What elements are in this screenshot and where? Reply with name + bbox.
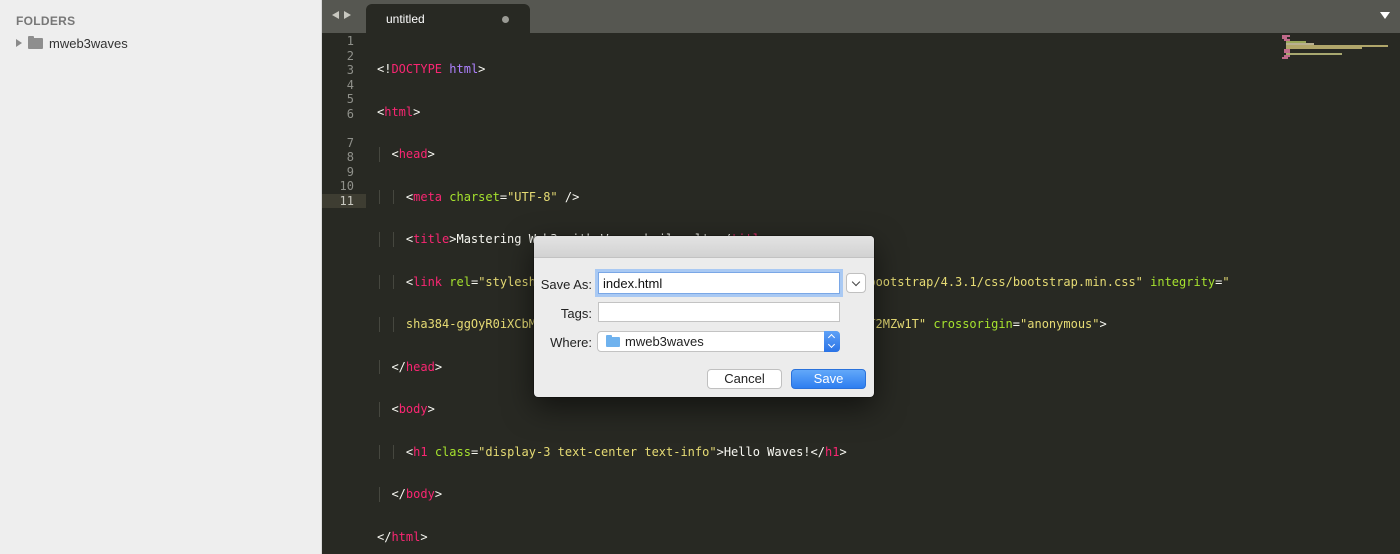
line-number: 9: [346, 164, 354, 179]
line-number: 7: [346, 135, 354, 150]
where-label: Where:: [550, 335, 592, 350]
folder-icon: [28, 36, 43, 49]
html-tag: html: [384, 104, 414, 119]
code-line: <!DOCTYPE html>: [377, 62, 486, 76]
indent-guide: [379, 359, 380, 374]
minimap-line: [1286, 53, 1342, 55]
link-tag: link: [413, 274, 443, 289]
line-number: 2: [346, 48, 354, 63]
previous-tab-arrow-icon[interactable]: [332, 11, 339, 19]
tags-label: Tags:: [560, 306, 592, 321]
save-as-dialog: Save As: Tags: Where: mweb3waves Cancel …: [534, 236, 874, 397]
indent-guide: [379, 274, 380, 289]
indent-guide: [379, 487, 380, 502]
save-as-input[interactable]: [598, 272, 840, 294]
title-tag: title: [413, 232, 450, 246]
line-number: 4: [346, 77, 354, 92]
code-line: <html>: [377, 104, 421, 119]
attribute-name: rel: [449, 274, 471, 289]
head-tag: head: [398, 147, 428, 161]
attribute-value: "anonymous": [1020, 317, 1100, 331]
code-line: <meta charset="UTF-8" />: [377, 189, 580, 204]
sidebar-folder-mweb3waves[interactable]: mweb3waves: [16, 35, 128, 51]
attribute-name: crossorigin: [933, 317, 1013, 331]
tags-input[interactable]: [598, 302, 840, 322]
h1-tag: h1: [413, 444, 428, 459]
indent-guide: [393, 317, 394, 332]
attribute-value: ": [1222, 274, 1230, 289]
unsaved-dot-icon[interactable]: [502, 16, 509, 23]
tab-dropdown-icon[interactable]: [1380, 12, 1390, 19]
cancel-button[interactable]: Cancel: [707, 369, 782, 389]
save-as-label: Save As:: [540, 277, 592, 292]
attribute-name: integrity: [1150, 274, 1216, 289]
meta-tag: meta: [413, 189, 443, 204]
expand-dialog-button[interactable]: [846, 273, 866, 293]
save-button[interactable]: Save: [791, 369, 866, 389]
attribute-value: "UTF-8": [507, 189, 558, 204]
line-number: 1: [346, 34, 354, 48]
sidebar: FOLDERS mweb3waves: [0, 0, 322, 554]
line-number: 11: [322, 193, 366, 208]
indent-guide: [379, 317, 380, 332]
where-select[interactable]: mweb3waves: [597, 331, 840, 352]
line-number: 6: [346, 106, 354, 121]
tab-title: untitled: [386, 12, 425, 26]
h1-close-tag: h1: [824, 444, 840, 459]
attribute-name: charset: [449, 189, 500, 204]
indent-guide: [393, 232, 394, 247]
body-close-tag: body: [405, 487, 435, 501]
minimap-line: [1282, 57, 1288, 59]
line-number: 8: [346, 150, 354, 164]
indent-guide: [393, 274, 394, 289]
code-line: <h1 class="display-3 text-center text-in…: [377, 444, 847, 459]
indent-guide: [379, 189, 380, 204]
line-number: 5: [346, 92, 354, 106]
head-close-tag: head: [405, 359, 435, 374]
attribute-name: class: [434, 444, 471, 459]
minimap-line: [1286, 47, 1362, 49]
folder-name: mweb3waves: [49, 35, 128, 51]
line-number: 3: [346, 63, 354, 77]
doctype-value: html: [449, 62, 479, 76]
code-line: </html>: [377, 529, 428, 544]
next-tab-arrow-icon[interactable]: [344, 11, 351, 19]
indent-guide: [379, 232, 380, 247]
indent-guide: [379, 444, 380, 459]
body-tag: body: [398, 402, 428, 416]
line-number-gutter: 1 2 3 4 5 6 7 8 9 10 11: [322, 33, 366, 208]
tab-bar: untitled: [322, 0, 1400, 33]
code-line: </body>: [377, 487, 443, 502]
where-value: mweb3waves: [625, 334, 704, 349]
html-close-tag: html: [391, 529, 421, 544]
h1-text: Hello Waves!: [723, 444, 811, 459]
indent-guide: [393, 189, 394, 204]
doctype-keyword: DOCTYPE: [391, 62, 443, 76]
attribute-value: "display-3 text-center text-info": [478, 444, 717, 459]
disclosure-triangle-icon[interactable]: [16, 39, 22, 47]
code-line: <head>: [377, 147, 435, 162]
select-stepper-icon[interactable]: [824, 331, 840, 352]
line-number: [322, 121, 366, 136]
tab-navigation: [332, 11, 351, 19]
dialog-titlebar[interactable]: [534, 236, 874, 258]
line-number: 10: [339, 179, 354, 193]
code-line: <body>: [377, 402, 435, 417]
indent-guide: [379, 402, 380, 417]
minimap[interactable]: [1282, 35, 1392, 59]
indent-guide: [393, 444, 394, 459]
tab-untitled[interactable]: untitled: [366, 4, 530, 33]
indent-guide: [379, 147, 380, 162]
folders-header: FOLDERS: [16, 14, 76, 28]
folder-icon: [606, 335, 620, 347]
